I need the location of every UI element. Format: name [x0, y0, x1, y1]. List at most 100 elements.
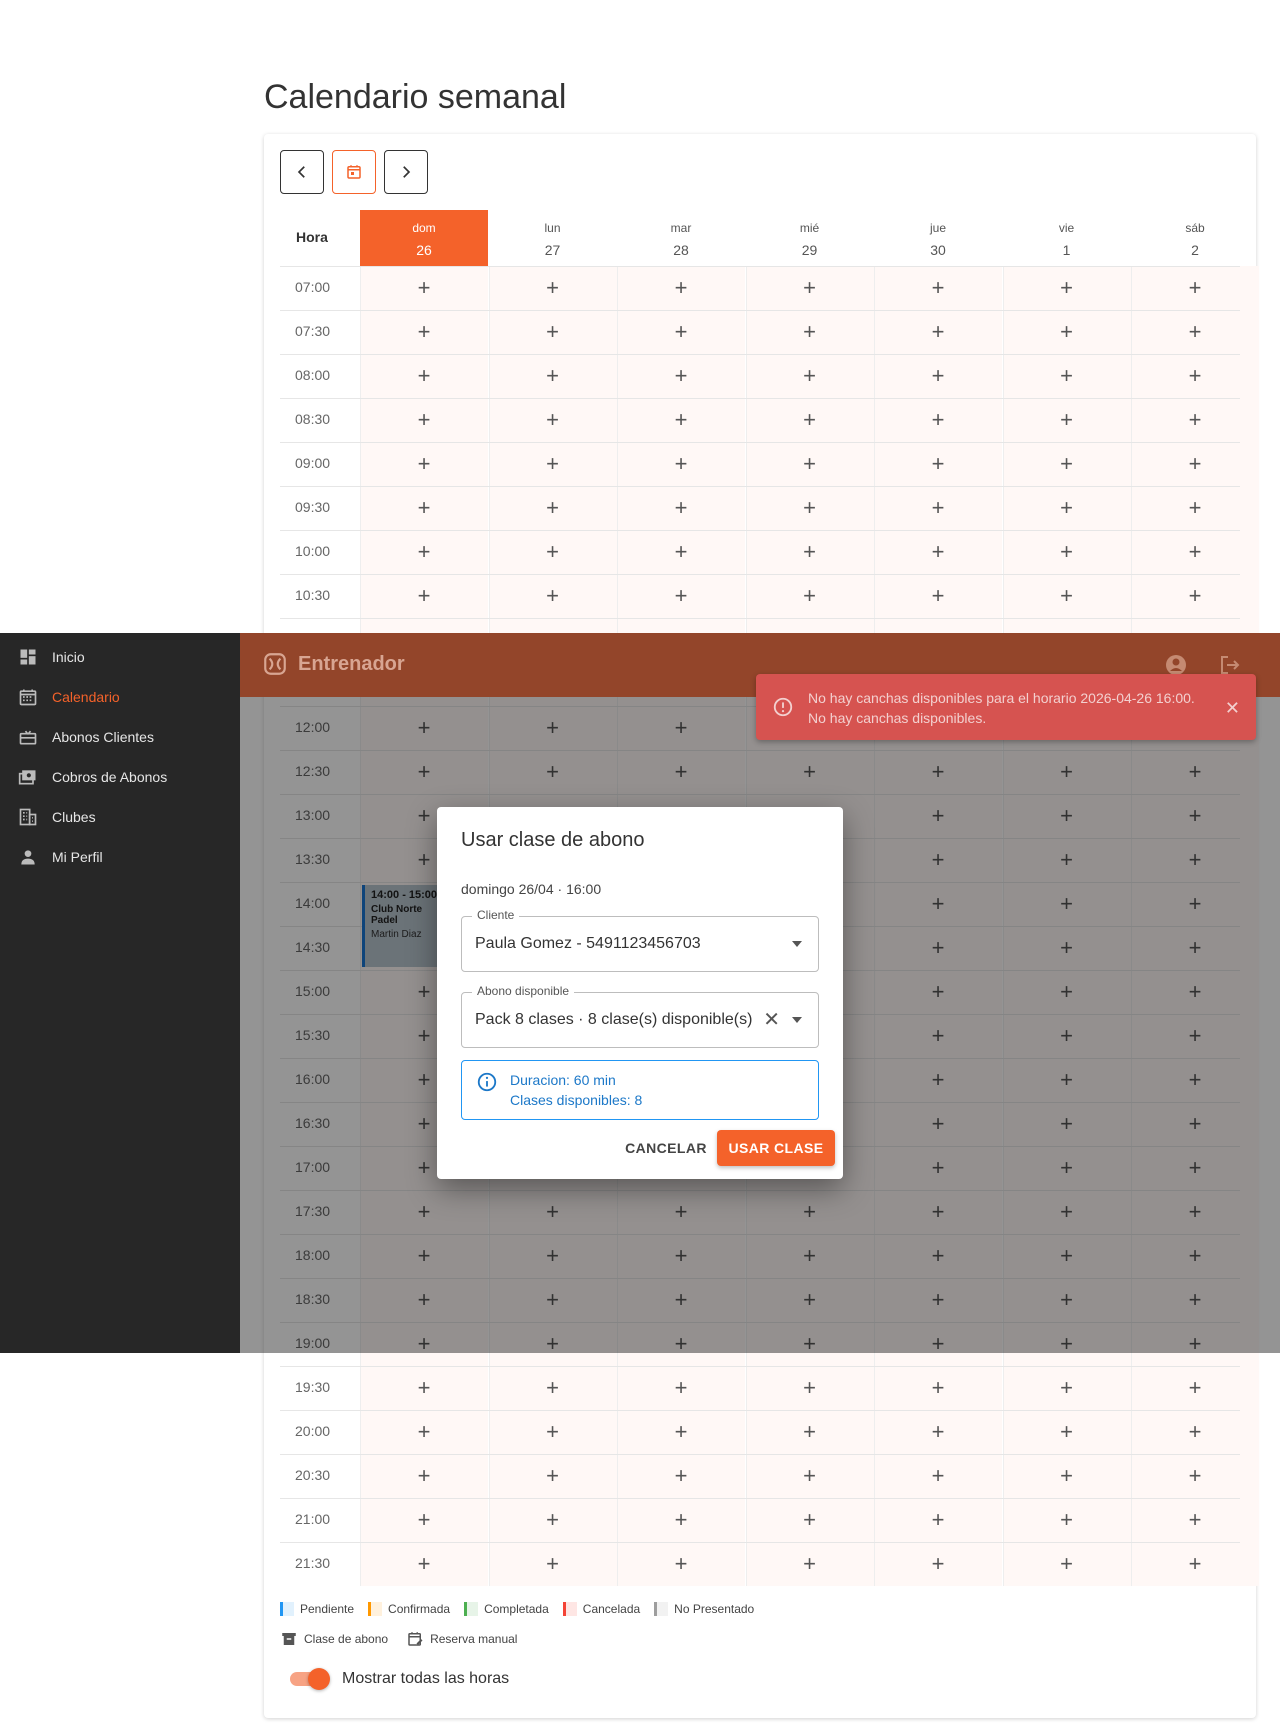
sidebar-item-cobros-abonos[interactable]: Cobros de Abonos — [18, 767, 167, 787]
add-slot-button[interactable]: + — [1131, 266, 1259, 310]
add-slot-button[interactable]: + — [1003, 1542, 1131, 1586]
add-slot-button[interactable]: + — [1131, 1498, 1259, 1542]
clear-icon[interactable]: ✕ — [763, 1007, 780, 1032]
add-slot-button[interactable]: + — [360, 354, 488, 398]
add-slot-button[interactable]: + — [489, 1542, 617, 1586]
add-slot-button[interactable]: + — [1003, 1498, 1131, 1542]
add-slot-button[interactable]: + — [1003, 398, 1131, 442]
add-slot-button[interactable]: + — [617, 1542, 745, 1586]
add-slot-button[interactable]: + — [360, 1542, 488, 1586]
add-slot-button[interactable]: + — [1131, 530, 1259, 574]
sidebar-item-clubes[interactable]: Clubes — [18, 807, 96, 827]
add-slot-button[interactable]: + — [617, 1366, 745, 1410]
add-slot-button[interactable]: + — [617, 1454, 745, 1498]
add-slot-button[interactable]: + — [489, 486, 617, 530]
add-slot-button[interactable]: + — [1131, 1410, 1259, 1454]
add-slot-button[interactable]: + — [1003, 1454, 1131, 1498]
sidebar-item-abonos-clientes[interactable]: Abonos Clientes — [18, 727, 154, 747]
toggle-switch[interactable] — [290, 1668, 330, 1690]
add-slot-button[interactable]: + — [874, 354, 1002, 398]
add-slot-button[interactable]: + — [746, 574, 874, 618]
add-slot-button[interactable]: + — [617, 1498, 745, 1542]
sidebar-item-mi-perfil[interactable]: Mi Perfil — [18, 847, 103, 867]
add-slot-button[interactable]: + — [489, 398, 617, 442]
add-slot-button[interactable]: + — [360, 310, 488, 354]
add-slot-button[interactable]: + — [489, 1498, 617, 1542]
add-slot-button[interactable]: + — [746, 1498, 874, 1542]
add-slot-button[interactable]: + — [360, 1498, 488, 1542]
add-slot-button[interactable]: + — [489, 266, 617, 310]
add-slot-button[interactable]: + — [617, 398, 745, 442]
add-slot-button[interactable]: + — [360, 530, 488, 574]
add-slot-button[interactable]: + — [746, 1542, 874, 1586]
show-all-hours-toggle[interactable]: Mostrar todas las horas — [290, 1668, 509, 1690]
add-slot-button[interactable]: + — [1003, 1410, 1131, 1454]
pack-select[interactable]: Abono disponible Pack 8 clases · 8 clase… — [461, 984, 819, 1048]
add-slot-button[interactable]: + — [617, 530, 745, 574]
add-slot-button[interactable]: + — [746, 442, 874, 486]
cancel-button[interactable]: CANCELAR — [621, 1130, 711, 1166]
add-slot-button[interactable]: + — [746, 1410, 874, 1454]
add-slot-button[interactable]: + — [617, 310, 745, 354]
add-slot-button[interactable]: + — [746, 486, 874, 530]
add-slot-button[interactable]: + — [360, 266, 488, 310]
add-slot-button[interactable]: + — [489, 530, 617, 574]
add-slot-button[interactable]: + — [489, 1366, 617, 1410]
add-slot-button[interactable]: + — [1003, 486, 1131, 530]
add-slot-button[interactable]: + — [360, 1410, 488, 1454]
add-slot-button[interactable]: + — [1003, 530, 1131, 574]
add-slot-button[interactable]: + — [1131, 354, 1259, 398]
add-slot-button[interactable]: + — [1131, 1542, 1259, 1586]
add-slot-button[interactable]: + — [1131, 1454, 1259, 1498]
add-slot-button[interactable]: + — [617, 1410, 745, 1454]
add-slot-button[interactable]: + — [874, 1454, 1002, 1498]
add-slot-button[interactable]: + — [1131, 398, 1259, 442]
add-slot-button[interactable]: + — [874, 1542, 1002, 1586]
next-week-button[interactable] — [384, 150, 428, 194]
add-slot-button[interactable]: + — [874, 530, 1002, 574]
add-slot-button[interactable]: + — [746, 354, 874, 398]
sidebar-item-inicio[interactable]: Inicio — [18, 647, 85, 667]
add-slot-button[interactable]: + — [874, 486, 1002, 530]
add-slot-button[interactable]: + — [874, 1410, 1002, 1454]
add-slot-button[interactable]: + — [617, 442, 745, 486]
brand[interactable]: Entrenador — [262, 651, 405, 677]
add-slot-button[interactable]: + — [1003, 442, 1131, 486]
add-slot-button[interactable]: + — [617, 574, 745, 618]
use-class-button[interactable]: USAR CLASE — [717, 1130, 835, 1166]
add-slot-button[interactable]: + — [489, 442, 617, 486]
add-slot-button[interactable]: + — [360, 486, 488, 530]
add-slot-button[interactable]: + — [489, 354, 617, 398]
add-slot-button[interactable]: + — [1131, 310, 1259, 354]
add-slot-button[interactable]: + — [746, 1454, 874, 1498]
add-slot-button[interactable]: + — [360, 1366, 488, 1410]
add-slot-button[interactable]: + — [489, 1454, 617, 1498]
add-slot-button[interactable]: + — [874, 574, 1002, 618]
add-slot-button[interactable]: + — [617, 266, 745, 310]
add-slot-button[interactable]: + — [1003, 266, 1131, 310]
add-slot-button[interactable]: + — [874, 398, 1002, 442]
add-slot-button[interactable]: + — [746, 310, 874, 354]
dropdown-arrow-icon[interactable] — [792, 1017, 802, 1023]
add-slot-button[interactable]: + — [1003, 574, 1131, 618]
add-slot-button[interactable]: + — [1003, 354, 1131, 398]
add-slot-button[interactable]: + — [1131, 442, 1259, 486]
add-slot-button[interactable]: + — [746, 530, 874, 574]
sidebar-item-calendario[interactable]: Calendario — [18, 687, 120, 707]
add-slot-button[interactable]: + — [874, 310, 1002, 354]
add-slot-button[interactable]: + — [1131, 1366, 1259, 1410]
add-slot-button[interactable]: + — [489, 310, 617, 354]
add-slot-button[interactable]: + — [489, 1410, 617, 1454]
add-slot-button[interactable]: + — [746, 266, 874, 310]
add-slot-button[interactable]: + — [489, 574, 617, 618]
dropdown-arrow-icon[interactable] — [792, 941, 802, 947]
prev-week-button[interactable] — [280, 150, 324, 194]
add-slot-button[interactable]: + — [1003, 1366, 1131, 1410]
add-slot-button[interactable]: + — [874, 266, 1002, 310]
close-icon[interactable]: ✕ — [1225, 698, 1240, 719]
add-slot-button[interactable]: + — [874, 1498, 1002, 1542]
add-slot-button[interactable]: + — [360, 1454, 488, 1498]
add-slot-button[interactable]: + — [360, 398, 488, 442]
add-slot-button[interactable]: + — [617, 354, 745, 398]
add-slot-button[interactable]: + — [874, 1366, 1002, 1410]
